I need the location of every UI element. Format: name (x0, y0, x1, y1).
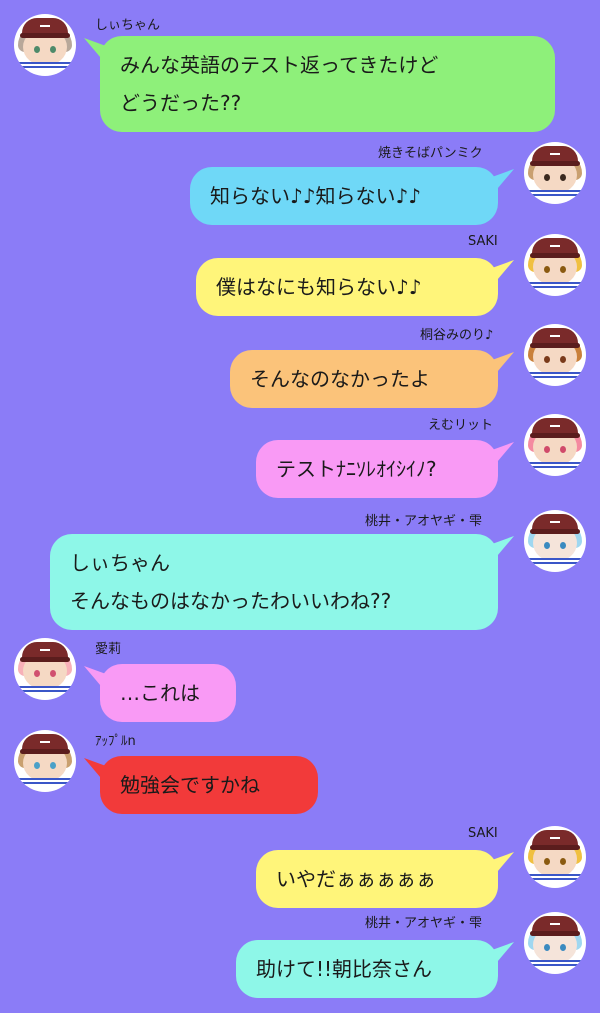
avatar[interactable] (14, 638, 76, 700)
avatar[interactable] (524, 510, 586, 572)
message-bubble[interactable]: 助けて!!朝比奈さん (236, 940, 498, 998)
sender-name: SAKI (468, 234, 498, 249)
sender-name: ｱｯﾌﾟﾙn (95, 734, 136, 749)
message-bubble[interactable]: 勉強会ですかね (100, 756, 318, 814)
message-bubble[interactable]: しぃちゃんそんなものはなかったわいいわね?? (50, 534, 498, 630)
message-bubble[interactable]: いやだぁぁぁぁぁ (256, 850, 498, 908)
message-text-line: 知らない♪♪知らない♪♪ (210, 184, 422, 208)
sender-name: 桃井・アオヤギ・雫 (365, 514, 483, 529)
sender-name: しぃちゃん (95, 18, 161, 33)
message-bubble[interactable]: テストﾅﾆｿﾚｵｲｼｲﾉ? (256, 440, 498, 498)
message-text-line: いやだぁぁぁぁぁ (276, 867, 436, 891)
bubble-tail (492, 535, 514, 563)
bubble-tail (84, 665, 106, 693)
message-bubble[interactable]: 知らない♪♪知らない♪♪ (190, 167, 498, 225)
avatar[interactable] (524, 142, 586, 204)
message-text-line: そんなのなかったよ (250, 367, 430, 391)
sender-name: SAKI (468, 826, 498, 841)
message-text-line: …これは (120, 681, 200, 705)
message-text-line: そんなものはなかったわいいわね?? (70, 589, 392, 613)
avatar[interactable] (14, 730, 76, 792)
message-text-line: テストﾅﾆｿﾚｵｲｼｲﾉ? (276, 457, 437, 481)
message-text-line: しぃちゃん (70, 551, 170, 575)
sender-name: 愛莉 (95, 642, 122, 657)
avatar[interactable] (524, 912, 586, 974)
bubble-tail (492, 851, 514, 879)
sender-name: 桃井・アオヤギ・雫 (365, 916, 483, 931)
avatar[interactable] (14, 14, 76, 76)
bubble-tail (492, 168, 514, 196)
avatar[interactable] (524, 414, 586, 476)
sender-name: えむリット (428, 418, 494, 433)
bubble-tail (84, 757, 106, 785)
message-bubble[interactable]: みんな英語のテスト返ってきたけど どうだった?? (100, 36, 555, 132)
bubble-tail (492, 259, 514, 287)
avatar[interactable] (524, 826, 586, 888)
bubble-tail (492, 441, 514, 469)
bubble-tail (84, 37, 106, 65)
avatar[interactable] (524, 324, 586, 386)
message-bubble[interactable]: そんなのなかったよ (230, 350, 498, 408)
bubble-tail (492, 941, 514, 969)
message-text-line: みんな英語のテスト返ってきたけど (120, 53, 439, 77)
message-bubble[interactable]: …これは (100, 664, 236, 722)
bubble-tail (492, 351, 514, 379)
message-text-line: 勉強会ですかね (120, 773, 260, 797)
sender-name: 桐谷みのり♪ (420, 328, 494, 343)
message-text-line: 助けて!!朝比奈さん (256, 957, 433, 981)
message-text-line: どうだった?? (120, 91, 242, 115)
sender-name: 焼きそばパンミク (378, 146, 483, 161)
avatar[interactable] (524, 234, 586, 296)
message-text-line: 僕はなにも知らない♪♪ (216, 275, 422, 299)
message-bubble[interactable]: 僕はなにも知らない♪♪ (196, 258, 498, 316)
